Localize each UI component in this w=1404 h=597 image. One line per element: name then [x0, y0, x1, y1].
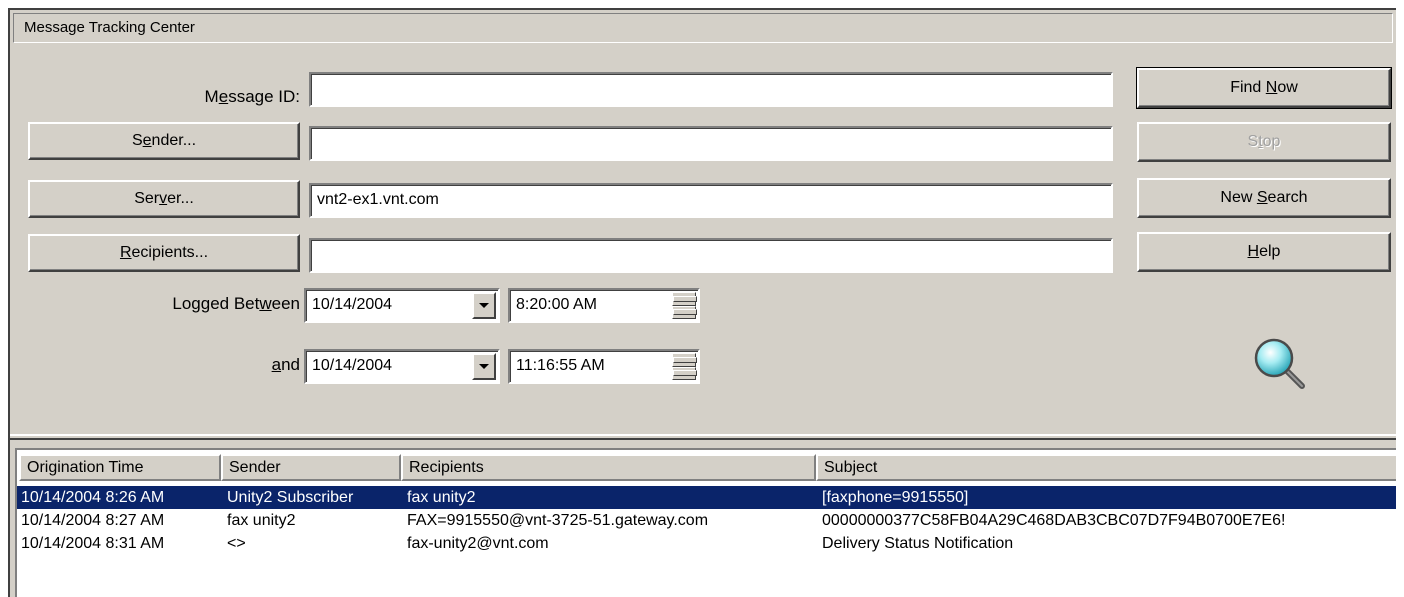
pane-splitter[interactable] — [10, 434, 1396, 440]
from-date-value: 10/14/2004 — [312, 296, 393, 313]
table-row[interactable]: 10/14/2004 8:27 AM fax unity2 FAX=991555… — [17, 509, 1396, 532]
row-subject: Delivery Status Notification — [822, 535, 1014, 552]
from-time-value: 8:20:00 AM — [516, 296, 597, 313]
column-header-recipients[interactable]: Recipients — [401, 454, 816, 481]
to-time-value: 11:16:55 AM — [516, 357, 605, 374]
logged-between-label: Logged Between — [172, 294, 300, 313]
new-search-button[interactable]: New Search — [1137, 178, 1391, 218]
to-time-input[interactable]: 11:16:55 AM — [508, 349, 700, 384]
message-tracking-window: Message Tracking Center Message ID: Send… — [8, 8, 1396, 597]
row-subject: 00000000377C58FB04A29C468DAB3CBC07D7F94B… — [822, 512, 1286, 529]
help-button[interactable]: Help — [1137, 232, 1391, 272]
row-recipients: fax-unity2@vnt.com — [407, 535, 549, 552]
find-now-button[interactable]: Find Now — [1136, 67, 1392, 109]
recipients-input[interactable] — [309, 238, 1113, 273]
spin-up-icon[interactable] — [672, 292, 697, 306]
to-date-dropdown-button[interactable] — [472, 353, 496, 380]
spin-up-icon[interactable] — [672, 353, 697, 367]
row-sender: <> — [227, 535, 246, 552]
and-label: and — [271, 355, 300, 374]
row-subject: [faxphone=9915550] — [822, 489, 969, 506]
from-time-spinner[interactable] — [672, 292, 697, 319]
row-sender: Unity2 Subscriber — [227, 489, 354, 506]
magnifier-icon — [1254, 338, 1305, 389]
recipients-button[interactable]: Recipients... — [28, 234, 300, 272]
to-date-value: 10/14/2004 — [312, 357, 393, 374]
column-header-sender[interactable]: Sender — [221, 454, 401, 481]
to-date-combo[interactable]: 10/14/2004 — [304, 349, 500, 384]
row-recipients: fax unity2 — [407, 489, 476, 506]
table-row[interactable]: 10/14/2004 8:26 AM Unity2 Subscriber fax… — [17, 486, 1396, 509]
sender-button[interactable]: Sender... — [28, 122, 300, 160]
results-list[interactable]: Origination Time Sender Recipients Subje… — [15, 448, 1396, 597]
column-header-origination-time[interactable]: Origination Time — [19, 454, 221, 481]
row-sender: fax unity2 — [227, 512, 296, 529]
message-id-input[interactable] — [309, 72, 1113, 107]
window-title: Message Tracking Center — [13, 13, 1393, 43]
row-recipients: FAX=9915550@vnt-3725-51.gateway.com — [407, 512, 709, 529]
from-date-dropdown-button[interactable] — [472, 292, 496, 319]
from-time-input[interactable]: 8:20:00 AM — [508, 288, 700, 323]
message-id-label: Message ID: — [204, 87, 300, 106]
stop-button[interactable]: Stop — [1137, 122, 1391, 162]
table-row[interactable]: 10/14/2004 8:31 AM <> fax-unity2@vnt.com… — [17, 532, 1396, 555]
to-time-spinner[interactable] — [672, 353, 697, 380]
server-input[interactable]: vnt2-ex1.vnt.com — [309, 183, 1113, 218]
chevron-down-icon — [479, 364, 489, 369]
chevron-down-icon — [479, 303, 489, 308]
row-time: 10/14/2004 8:31 AM — [21, 535, 165, 552]
spin-down-icon[interactable] — [672, 305, 697, 319]
spin-down-icon[interactable] — [672, 366, 697, 380]
row-time: 10/14/2004 8:27 AM — [21, 512, 165, 529]
sender-input[interactable] — [309, 126, 1113, 161]
from-date-combo[interactable]: 10/14/2004 — [304, 288, 500, 323]
row-time: 10/14/2004 8:26 AM — [21, 489, 165, 506]
column-header-subject[interactable]: Subject — [816, 454, 1396, 481]
server-button[interactable]: Server... — [28, 180, 300, 218]
